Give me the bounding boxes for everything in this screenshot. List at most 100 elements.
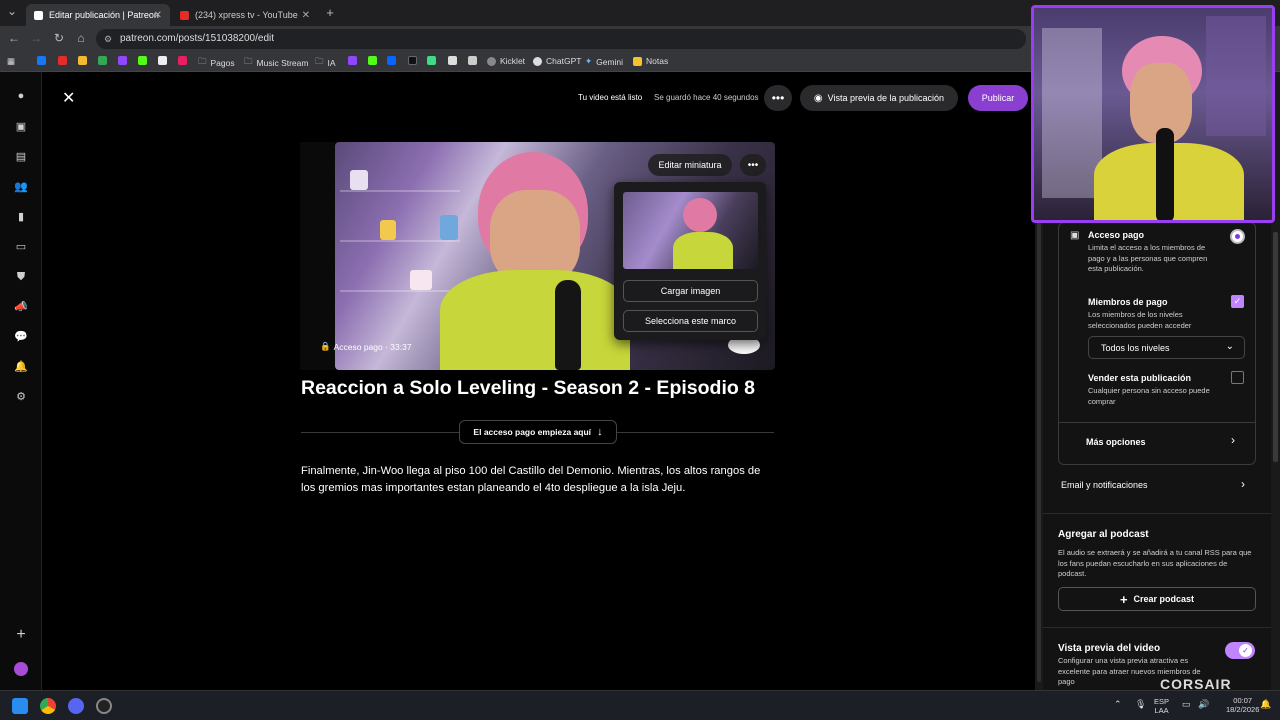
bookmark-kicklet[interactable]: Kicklet — [487, 56, 525, 66]
reload-icon[interactable]: ↻ — [51, 31, 67, 45]
paywall-divider[interactable]: El acceso pago empieza aquí ↓ — [459, 420, 617, 444]
chats-icon[interactable]: 💬 — [14, 330, 28, 344]
youtube-bookmark-icon[interactable] — [58, 56, 67, 65]
creator-nav-rail: ● ▣ ▤ 👥 ▮ ▭ ⛊ 📣 💬 🔔 ⚙ + — [0, 72, 42, 690]
microphone-icon[interactable]: 🎙 — [1135, 700, 1146, 709]
bookmark-gemini[interactable]: ✦ Gemini — [585, 56, 623, 67]
url-field[interactable]: ⚙ patreon.com/posts/151038200/edit — [96, 29, 1026, 49]
windows-start-icon[interactable] — [12, 698, 28, 714]
site-info-icon[interactable]: ⚙ — [104, 29, 112, 49]
close-tab-icon[interactable]: ✕ — [154, 10, 162, 21]
streamer-shirt — [440, 270, 630, 370]
bookmark-label: Kicklet — [500, 56, 526, 66]
network-icon[interactable]: ▭ — [1182, 700, 1191, 709]
bookmark-folder-ia[interactable]: 🗀 IA — [315, 56, 336, 70]
promotions-icon[interactable]: 📣 — [14, 300, 28, 314]
volume-icon[interactable]: 🔊 — [1198, 700, 1209, 709]
notifications-icon[interactable]: 🔔 — [14, 360, 28, 374]
cam-poster — [1206, 16, 1266, 136]
close-tab-icon[interactable]: ✕ — [302, 10, 310, 21]
post-body[interactable]: Finalmente, Jin-Woo llega al piso 100 de… — [301, 463, 776, 497]
shield-icon[interactable]: ⛊ — [14, 270, 28, 284]
settings-icon[interactable]: ⚙ — [14, 390, 28, 404]
check-icon: ✓ — [1239, 644, 1252, 657]
folder-icon: 🗀 — [198, 56, 207, 66]
twitch-bookmark-icon[interactable] — [118, 56, 127, 65]
figure — [380, 220, 396, 240]
more-options-link[interactable]: Más opciones — [1086, 437, 1146, 447]
new-tab-icon[interactable]: + — [322, 5, 338, 20]
figure — [440, 215, 458, 240]
sell-post-checkbox[interactable] — [1231, 371, 1244, 384]
twitch-bookmark-icon[interactable] — [348, 56, 357, 65]
shelf — [340, 190, 460, 192]
kick-bookmark-icon[interactable] — [138, 56, 147, 65]
obs-icon[interactable] — [96, 698, 112, 714]
kick-bookmark-icon[interactable] — [368, 56, 377, 65]
video-preview-title: Vista previa del video — [1058, 643, 1161, 654]
bookmark-icon[interactable] — [158, 56, 167, 65]
tab-patreon[interactable]: Editar publicación | Patreon ✕ — [26, 4, 170, 26]
bookmark-label: Notas — [646, 56, 669, 66]
bookmark-folder-pagos[interactable]: 🗀 Pagos — [198, 56, 235, 70]
library-icon[interactable]: ▣ — [14, 120, 28, 134]
create-podcast-button[interactable]: + Crear podcast — [1058, 587, 1256, 611]
language-indicator[interactable]: ESP LAA — [1154, 697, 1169, 715]
posts-icon[interactable]: ▤ — [14, 150, 28, 164]
create-icon[interactable]: + — [14, 627, 28, 643]
preview-post-button[interactable]: ◉ Vista previa de la publicación — [800, 85, 958, 111]
create-podcast-label: Crear podcast — [1133, 594, 1195, 604]
edit-thumbnail-button[interactable]: Editar miniatura — [648, 154, 732, 176]
home-icon[interactable]: ⌂ — [73, 31, 89, 45]
clock[interactable]: 00:07 18/2/2026 — [1226, 696, 1259, 714]
bookmark-icon[interactable] — [178, 56, 187, 65]
facebook-bookmark-icon[interactable] — [37, 56, 46, 65]
bookmark-folder-music-stream[interactable]: 🗀 Music Stream — [244, 56, 308, 70]
bookmark-label: IA — [327, 58, 336, 68]
bookmark-notas[interactable]: Notas — [633, 56, 668, 66]
thumb-shirt — [673, 232, 733, 269]
paid-access-description: Limita el acceso a los miembros de pago … — [1088, 243, 1208, 273]
video-more-icon[interactable]: ••• — [740, 154, 766, 176]
publish-button[interactable]: Publicar — [968, 85, 1028, 111]
paid-members-checkbox[interactable]: ✓ — [1231, 295, 1244, 308]
drive-bookmark-icon[interactable] — [98, 56, 107, 65]
more-options-icon[interactable]: ••• — [764, 85, 792, 111]
post-title[interactable]: Reaccion a Solo Leveling - Season 2 - Ep… — [301, 377, 755, 400]
tab-search-icon[interactable]: ⌄ — [4, 4, 20, 18]
notification-bell-icon[interactable]: 🔔 — [1260, 700, 1271, 709]
patreon-logo-icon[interactable]: ● — [14, 89, 28, 103]
back-icon[interactable]: ← — [6, 31, 22, 45]
tab-youtube[interactable]: (234) xpress tv - YouTube ✕ — [172, 4, 318, 26]
select-frame-button[interactable]: Selecciona este marco — [623, 310, 758, 332]
close-editor-icon[interactable]: ✕ — [62, 88, 75, 108]
insights-icon[interactable]: ▮ — [14, 210, 28, 224]
binance-bookmark-icon[interactable] — [78, 56, 87, 65]
url-text: patreon.com/posts/151038200/edit — [120, 33, 274, 44]
video-preview-toggle[interactable]: ✓ — [1225, 642, 1255, 659]
save-status: Se guardó hace 40 segundos — [654, 93, 759, 102]
thumb-hair — [683, 198, 717, 232]
upload-image-button[interactable]: Cargar imagen — [623, 280, 758, 302]
bookmark-icon[interactable] — [427, 56, 436, 65]
payouts-icon[interactable]: ▭ — [14, 240, 28, 254]
apps-icon[interactable]: ▦ — [7, 56, 15, 67]
lock-icon: 🔒 — [320, 341, 331, 351]
meta-bookmark-icon[interactable] — [387, 56, 396, 65]
sell-post-title: Vender esta publicación — [1088, 373, 1192, 383]
email-notifications-link[interactable]: Email y notificaciones — [1061, 480, 1148, 490]
paid-access-radio[interactable] — [1230, 229, 1245, 244]
bookmark-icon[interactable] — [468, 56, 477, 65]
discord-icon[interactable] — [68, 698, 84, 714]
avatar[interactable] — [14, 662, 28, 676]
chrome-icon[interactable] — [40, 698, 56, 714]
bookmark-label: Pagos — [210, 58, 235, 68]
tiers-dropdown[interactable]: Todos los niveles ⌄ — [1088, 336, 1245, 359]
forward-icon[interactable]: → — [28, 31, 44, 45]
paid-access-title: Acceso pago — [1088, 230, 1145, 240]
audience-icon[interactable]: 👥 — [14, 180, 28, 194]
bookmark-chatgpt[interactable]: ChatGPT — [533, 56, 581, 66]
tiktok-bookmark-icon[interactable] — [408, 56, 417, 65]
tray-chevron-icon[interactable]: ⌃ — [1114, 700, 1122, 709]
bookmark-icon[interactable] — [448, 56, 457, 65]
